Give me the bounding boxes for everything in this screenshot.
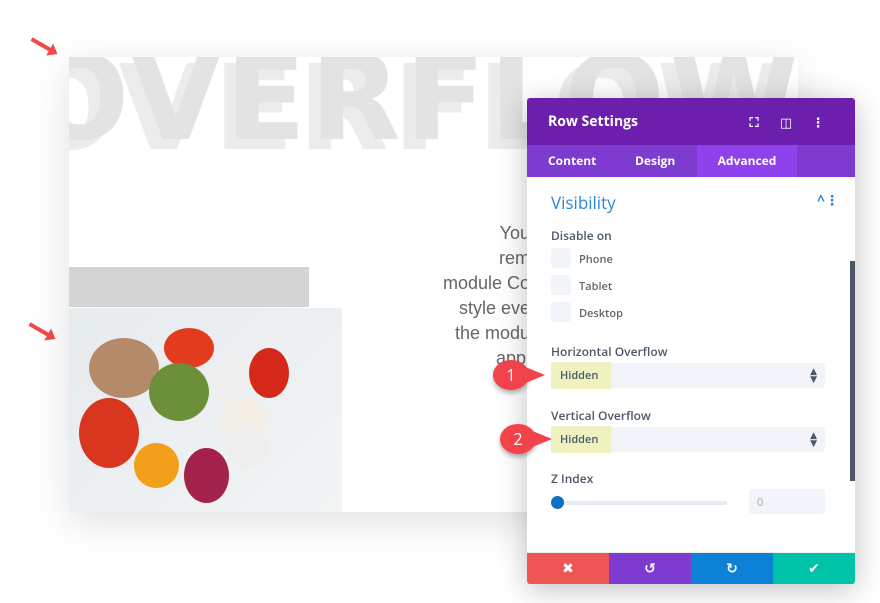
vertical-overflow-select[interactable]: Hidden ▲ ▼ — [551, 426, 825, 453]
undo-button[interactable]: ↺ — [609, 553, 691, 584]
select-value: Hidden — [560, 432, 599, 447]
text-line: style eve — [458, 298, 530, 318]
panel-header: Row Settings ⛶ ◫ ⋮ — [527, 98, 855, 145]
text-line: rem — [499, 248, 530, 268]
desktop-label: Desktop — [579, 306, 623, 321]
desktop-checkbox[interactable] — [551, 302, 571, 322]
z-index-slider-track[interactable] — [557, 501, 727, 505]
save-button[interactable]: ✔ — [773, 553, 855, 584]
grey-block — [69, 267, 309, 307]
callout-badge-1: 1 — [493, 360, 545, 390]
callout-badge-2: 2 — [500, 424, 552, 454]
horizontal-overflow-label: Horizontal Overflow — [551, 343, 668, 360]
tab-advanced[interactable]: Advanced — [697, 145, 797, 177]
select-arrows-icon: ▲ ▼ — [810, 428, 817, 449]
text-line: You — [499, 223, 530, 243]
more-icon[interactable]: ⋮ — [802, 113, 834, 131]
select-arrows-icon: ▲ ▼ — [810, 364, 817, 385]
phone-checkbox[interactable] — [551, 248, 571, 268]
vertical-overflow-label: Vertical Overflow — [551, 407, 651, 424]
phone-label: Phone — [579, 252, 613, 267]
text-line: module Co — [442, 273, 530, 293]
pointer-arrow — [28, 322, 53, 339]
tab-design[interactable]: Design — [615, 145, 697, 177]
z-index-slider-handle[interactable] — [551, 496, 564, 509]
select-value: Hidden — [560, 368, 599, 383]
z-index-label: Z Index — [551, 470, 594, 487]
disable-on-label: Disable on — [551, 227, 612, 244]
focus-icon[interactable]: ⛶ — [738, 113, 770, 131]
panel-body: Visibility ^ ⋮ Disable on Phone Tablet D… — [527, 177, 855, 552]
split-view-icon[interactable]: ◫ — [770, 113, 802, 131]
pointer-arrow — [30, 37, 55, 54]
panel-title: Row Settings — [548, 112, 639, 131]
row-settings-panel: Row Settings ⛶ ◫ ⋮ Content Design Advanc… — [527, 98, 855, 584]
chevron-up-icon[interactable]: ^ — [817, 191, 825, 210]
scrollbar[interactable] — [850, 261, 855, 481]
section-more-icon[interactable]: ⋮ — [825, 191, 839, 210]
tab-content[interactable]: Content — [527, 145, 615, 177]
cancel-button[interactable]: ✖ — [527, 553, 609, 584]
tab-bar: Content Design Advanced — [527, 145, 855, 177]
redo-button[interactable]: ↻ — [691, 553, 773, 584]
horizontal-overflow-select[interactable]: Hidden ▲ ▼ — [551, 362, 825, 389]
body-text: You rem module Co style eve the modu app… — [443, 221, 530, 371]
z-index-input[interactable]: 0 — [749, 489, 825, 514]
vegetable-basket-image — [69, 308, 342, 512]
tablet-label: Tablet — [579, 279, 613, 294]
tablet-checkbox[interactable] — [551, 275, 571, 295]
section-title[interactable]: Visibility — [551, 191, 616, 214]
panel-footer: ✖ ↺ ↻ ✔ — [527, 552, 855, 584]
text-line: the modu — [454, 323, 530, 343]
